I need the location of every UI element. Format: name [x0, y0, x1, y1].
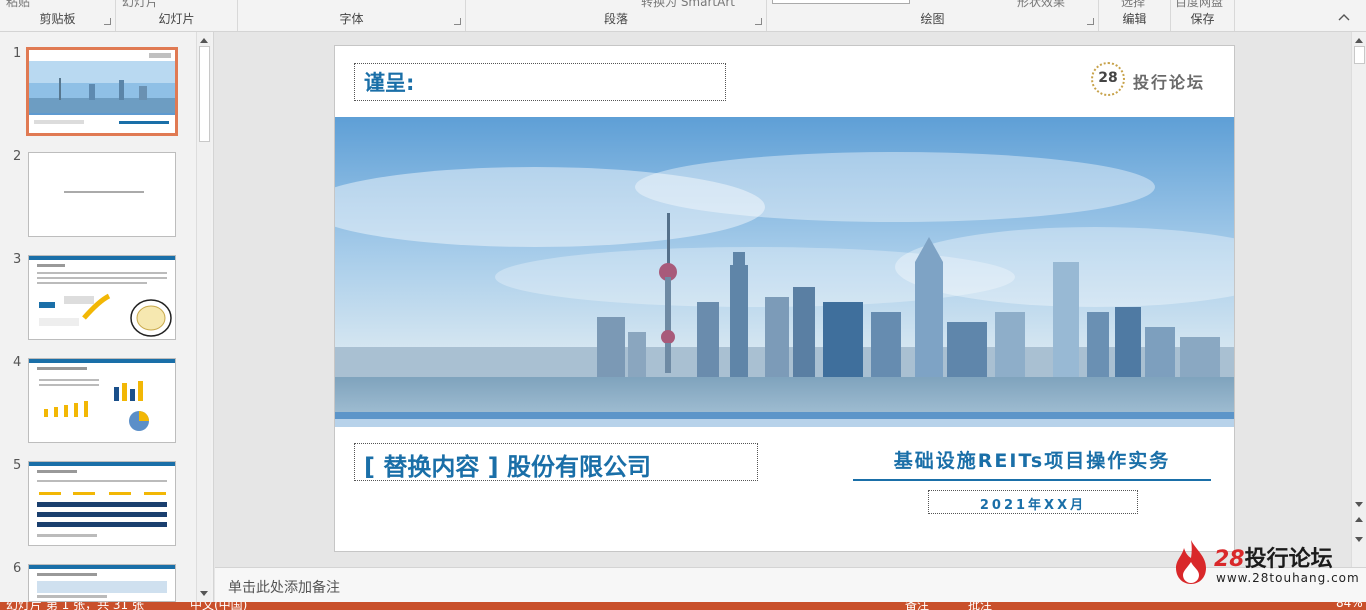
comments-toggle-button[interactable]: 批注: [968, 602, 992, 610]
recipient-placeholder[interactable]: 谨呈:: [354, 63, 726, 101]
new-slide-button[interactable]: 幻灯片: [122, 0, 158, 10]
shape-gallery[interactable]: [772, 0, 910, 4]
collapse-ribbon-icon[interactable]: [1337, 12, 1351, 22]
logo-icon: 28: [1091, 62, 1125, 96]
date-text: 2021年XX月: [979, 498, 1087, 513]
ribbon-group-label: 保存: [1190, 12, 1215, 26]
slide-thumbnail-pane: 1 2 3 4 5 6: [0, 32, 214, 602]
thumbnail-number: 5: [13, 458, 22, 473]
ribbon-group-slides: 幻灯片 幻灯片: [116, 0, 238, 31]
previous-slide-icon[interactable]: [1355, 517, 1363, 522]
select-button[interactable]: 选择: [1121, 0, 1145, 10]
logo-text: 投行论坛: [1133, 73, 1206, 92]
thumbnail-number: 3: [13, 252, 22, 267]
slide-count: 幻灯片 第 1 张，共 31 张: [6, 602, 144, 610]
ribbon-group-font: 字体: [238, 0, 466, 31]
thumbnail-number: 1: [13, 46, 22, 61]
slide-thumbnail-5[interactable]: [28, 461, 176, 546]
next-slide-icon[interactable]: [1355, 537, 1363, 542]
thumbnail-number: 4: [13, 355, 22, 370]
status-bar: 幻灯片 第 1 张，共 31 张 中文(中国) 备注 批注 84%: [0, 602, 1366, 610]
ribbon-group-save: 百度网盘 保存: [1171, 0, 1235, 31]
company-name-placeholder[interactable]: [ 替换内容 ] 股份有限公司: [354, 443, 758, 481]
date-placeholder[interactable]: 2021年XX月: [928, 490, 1138, 514]
recipient-text: 谨呈:: [364, 71, 415, 95]
zoom-level[interactable]: 84%: [1336, 602, 1363, 610]
current-slide[interactable]: 谨呈: 28 投行论坛 [替换内容] 股份有限公司 基础设施REITs项目操…: [334, 45, 1235, 552]
watermark-url: www.28touhang.com: [1216, 571, 1360, 585]
notes-placeholder: 单击此处添加备注: [228, 580, 340, 596]
ribbon-group-label: 幻灯片: [158, 12, 195, 26]
slide-thumbnail-4[interactable]: [28, 358, 176, 443]
notes-toggle-button[interactable]: 备注: [905, 602, 929, 610]
ribbon-group-editing: 选择 编辑: [1099, 0, 1171, 31]
scroll-down-icon[interactable]: [1355, 502, 1363, 507]
paste-button[interactable]: 粘贴: [6, 0, 30, 10]
slide-thumbnail-6[interactable]: [28, 564, 176, 602]
slide-thumbnail-2[interactable]: [28, 152, 176, 237]
thumbnail-number: 6: [13, 561, 22, 576]
company-name: [ 替换内容 ] 股份有限公司: [364, 453, 652, 481]
editor-scrollbar[interactable]: [1351, 32, 1366, 567]
thumbnail-number: 2: [13, 149, 22, 164]
ribbon-group-label: 绘图: [920, 12, 945, 26]
skyline-image: [335, 117, 1234, 427]
slide-editor: 谨呈: 28 投行论坛 [替换内容] 股份有限公司 基础设施REITs项目操…: [215, 32, 1366, 567]
slide-thumbnail-3[interactable]: [28, 255, 176, 340]
language-indicator[interactable]: 中文(中国): [190, 602, 247, 610]
dialog-launcher-icon[interactable]: [454, 18, 461, 25]
ribbon-group-label: 段落: [603, 12, 628, 26]
scrollbar-thumb[interactable]: [1354, 46, 1365, 64]
ribbon-group-label: 编辑: [1122, 12, 1147, 26]
ribbon-group-paragraph: 转换为 SmartArt 段落: [466, 0, 767, 31]
ribbon-group-clipboard: 粘贴 剪贴板: [0, 0, 116, 31]
ribbon-group-drawing: 形状效果 绘图: [767, 0, 1099, 31]
ribbon: 粘贴 剪贴板 幻灯片 幻灯片 字体 转换为 SmartArt 段落 形状效果 绘…: [0, 0, 1366, 32]
slide-subtitle[interactable]: 基础设施REITs项目操作实务: [853, 446, 1211, 473]
dialog-launcher-icon[interactable]: [1087, 18, 1094, 25]
smartart-button[interactable]: 转换为 SmartArt: [641, 0, 735, 10]
scroll-down-icon[interactable]: [200, 591, 208, 596]
scrollbar-thumb[interactable]: [199, 46, 210, 142]
logo: 28 投行论坛: [1089, 60, 1219, 100]
dialog-launcher-icon[interactable]: [104, 18, 111, 25]
watermark-title: 28投行论坛: [1214, 547, 1333, 572]
slide-thumbnail-1[interactable]: [26, 47, 178, 136]
thumbnail-scrollbar[interactable]: [196, 32, 211, 602]
shape-effects-button[interactable]: 形状效果: [1017, 0, 1065, 10]
scroll-up-icon[interactable]: [200, 38, 208, 43]
ribbon-group-label: 字体: [339, 12, 364, 26]
scroll-up-icon[interactable]: [1355, 38, 1363, 43]
watermark: 28投行论坛 www.28touhang.com: [1170, 538, 1359, 588]
subtitle-underline: [853, 479, 1211, 481]
dialog-launcher-icon[interactable]: [755, 18, 762, 25]
flame-icon: [1176, 540, 1206, 584]
baidu-netdisk-button[interactable]: 百度网盘: [1175, 0, 1223, 10]
ribbon-group-label: 剪贴板: [39, 12, 76, 26]
